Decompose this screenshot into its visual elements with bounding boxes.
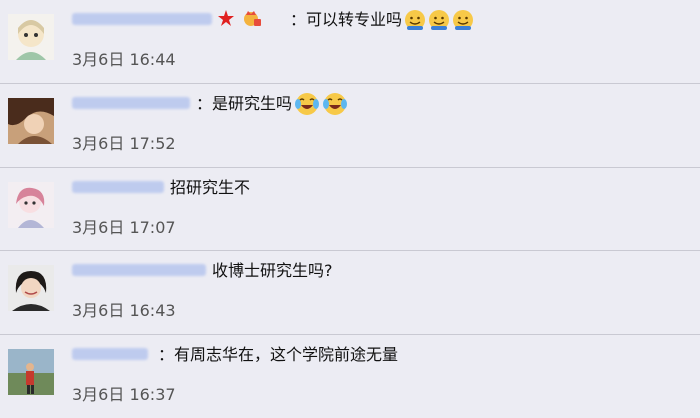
comment-time: 3月6日 17:52 <box>72 134 176 153</box>
avatar[interactable] <box>8 14 54 60</box>
comment-text: ：有周志华在，这个学院前途无量 <box>158 345 399 364</box>
crown-badge-icon <box>242 9 262 27</box>
avatar[interactable] <box>8 182 54 228</box>
tongue-smile-icon <box>428 9 450 31</box>
comment-time: 3月6日 16:44 <box>72 50 176 69</box>
comment-time: 3月6日 16:43 <box>72 301 176 320</box>
comment-time: 3月6日 17:07 <box>72 218 176 237</box>
comment-text: ：可以转专业吗 <box>290 9 474 31</box>
comment-text: 收博士研究生吗? <box>212 261 333 280</box>
comment-text: 招研究生不 <box>170 178 251 197</box>
username-blurred[interactable] <box>72 9 262 29</box>
laugh-cry-icon <box>294 91 320 117</box>
avatar[interactable] <box>8 349 54 395</box>
username-blurred[interactable] <box>72 93 190 113</box>
comment-text: ：是研究生吗 <box>196 93 348 117</box>
comment-time: 3月6日 16:37 <box>72 385 176 404</box>
comment-item: ：是研究生吗 3月6日 17:52 <box>0 84 700 167</box>
username-blurred[interactable] <box>72 260 206 280</box>
comment-item: ：可以转专业吗 3月6日 16:44 <box>0 0 700 83</box>
username-blurred[interactable] <box>72 177 164 197</box>
comment-item: 收博士研究生吗? 3月6日 16:43 <box>0 251 700 334</box>
comment-item: 招研究生不 3月6日 17:07 <box>0 168 700 251</box>
tongue-smile-icon <box>452 9 474 31</box>
avatar[interactable] <box>8 265 54 311</box>
comment-item: ：有周志华在，这个学院前途无量 3月6日 16:37 <box>0 335 700 418</box>
red-star-icon <box>217 9 235 27</box>
comment-list: ：可以转专业吗 3月6日 16:44 ：是研究生吗 3月6日 17:52 招研究… <box>0 0 700 417</box>
username-blurred[interactable] <box>72 344 148 364</box>
avatar[interactable] <box>8 98 54 144</box>
laugh-cry-icon <box>322 91 348 117</box>
tongue-smile-icon <box>404 9 426 31</box>
